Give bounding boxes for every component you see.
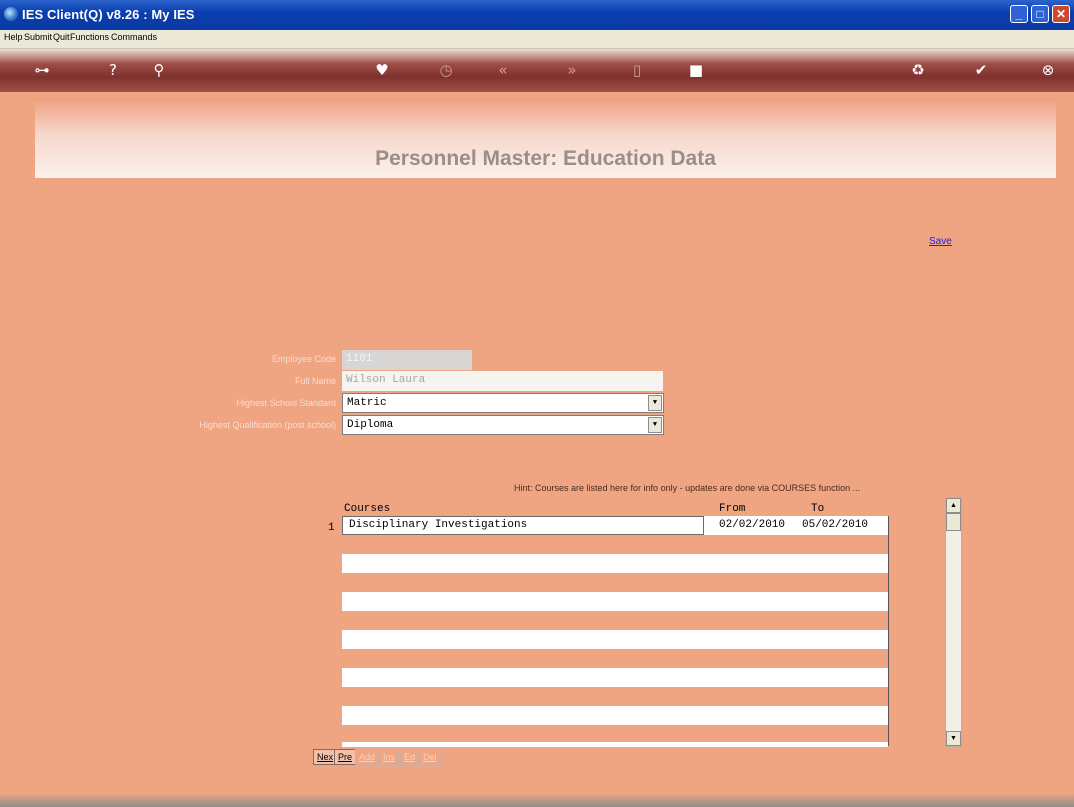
empty-row[interactable]	[342, 706, 888, 725]
title-bar: IES Client(Q) v8.26 : My IES _ □ ✕	[0, 0, 1074, 30]
school-standard-value: Matric	[347, 397, 387, 409]
menu-functions[interactable]: Functions	[70, 32, 109, 42]
menu-submit[interactable]: Submit	[24, 32, 52, 42]
employee-code-label: Employee Code	[271, 354, 336, 364]
add-button: Add	[355, 749, 380, 765]
grid-divider	[888, 516, 889, 746]
fast-forward-icon[interactable]: »	[560, 59, 584, 81]
page-banner: Personnel Master: Education Data	[35, 98, 1056, 178]
empty-row[interactable]	[342, 592, 888, 611]
toolbar: ⊶ ? ⚲ ♥ ◷ « » ▯ ■ ♻ ✔ ⊗	[0, 49, 1074, 92]
courses-column-header: Courses	[344, 503, 391, 515]
status-strip	[0, 793, 1074, 807]
rewind-icon[interactable]: «	[491, 59, 515, 81]
edit-button: Ed	[400, 749, 420, 765]
full-name-label: Full Name	[294, 376, 336, 386]
qualification-value: Diploma	[347, 419, 394, 431]
to-column-header: To	[811, 503, 825, 515]
qualification-label: Highest Qualification (post school)	[199, 420, 336, 430]
empty-row[interactable]	[342, 742, 888, 747]
heart-icon[interactable]: ♥	[370, 59, 394, 81]
key-icon[interactable]: ⊶	[30, 59, 54, 81]
document-icon[interactable]: ■	[684, 59, 708, 81]
empty-row[interactable]	[342, 668, 888, 687]
window-title: IES Client(Q) v8.26 : My IES	[22, 7, 195, 22]
page-title: Personnel Master: Education Data	[375, 147, 716, 170]
from-date-cell[interactable]: 02/02/2010	[704, 516, 800, 535]
scroll-down-icon[interactable]: ▼	[946, 731, 961, 746]
school-standard-select[interactable]: Matric ▼	[342, 393, 664, 413]
save-link[interactable]: Save	[929, 236, 952, 247]
full-name-field: Wilson Laura	[342, 371, 663, 391]
employee-code-field: 1101	[342, 350, 472, 370]
minimize-button[interactable]: _	[1010, 5, 1028, 23]
maximize-button[interactable]: □	[1031, 5, 1049, 23]
menu-commands[interactable]: Commands	[111, 32, 157, 42]
app-window: IES Client(Q) v8.26 : My IES _ □ ✕ Help …	[0, 0, 1074, 807]
delete-button: Del	[419, 749, 441, 765]
app-icon	[4, 7, 18, 21]
from-column-header: From	[719, 503, 746, 515]
search-icon[interactable]: ⚲	[147, 59, 171, 81]
qualification-select[interactable]: Diploma ▼	[342, 415, 664, 435]
empty-row[interactable]	[342, 630, 888, 649]
chevron-down-icon[interactable]: ▼	[648, 395, 662, 411]
courses-scrollbar[interactable]: ▲ ▼	[945, 497, 962, 747]
close-circle-icon[interactable]: ⊗	[1036, 59, 1060, 81]
close-window-button[interactable]: ✕	[1052, 5, 1070, 23]
to-date-cell[interactable]: 05/02/2010	[800, 516, 888, 535]
recycle-icon[interactable]: ♻	[906, 59, 930, 81]
clock-icon[interactable]: ◷	[434, 59, 458, 81]
row-number: 1	[328, 522, 335, 534]
scroll-up-icon[interactable]: ▲	[946, 498, 961, 513]
previous-button[interactable]: Pre	[334, 749, 357, 765]
trash-icon[interactable]: ▯	[625, 59, 649, 81]
menu-help[interactable]: Help	[4, 32, 23, 42]
school-standard-label: Highest School Standard	[236, 398, 336, 408]
menu-quit[interactable]: Quit	[53, 32, 70, 42]
help-icon[interactable]: ?	[101, 59, 125, 81]
check-icon[interactable]: ✔	[969, 59, 993, 81]
course-cell[interactable]: Disciplinary Investigations	[342, 516, 704, 535]
menu-bar: Help Submit Quit Functions Commands	[0, 30, 1074, 49]
insert-button: Ins	[379, 749, 400, 765]
empty-row[interactable]	[342, 554, 888, 573]
scroll-thumb[interactable]	[946, 513, 961, 531]
courses-hint: Hint: Courses are listed here for info o…	[514, 483, 861, 493]
chevron-down-icon[interactable]: ▼	[648, 417, 662, 433]
